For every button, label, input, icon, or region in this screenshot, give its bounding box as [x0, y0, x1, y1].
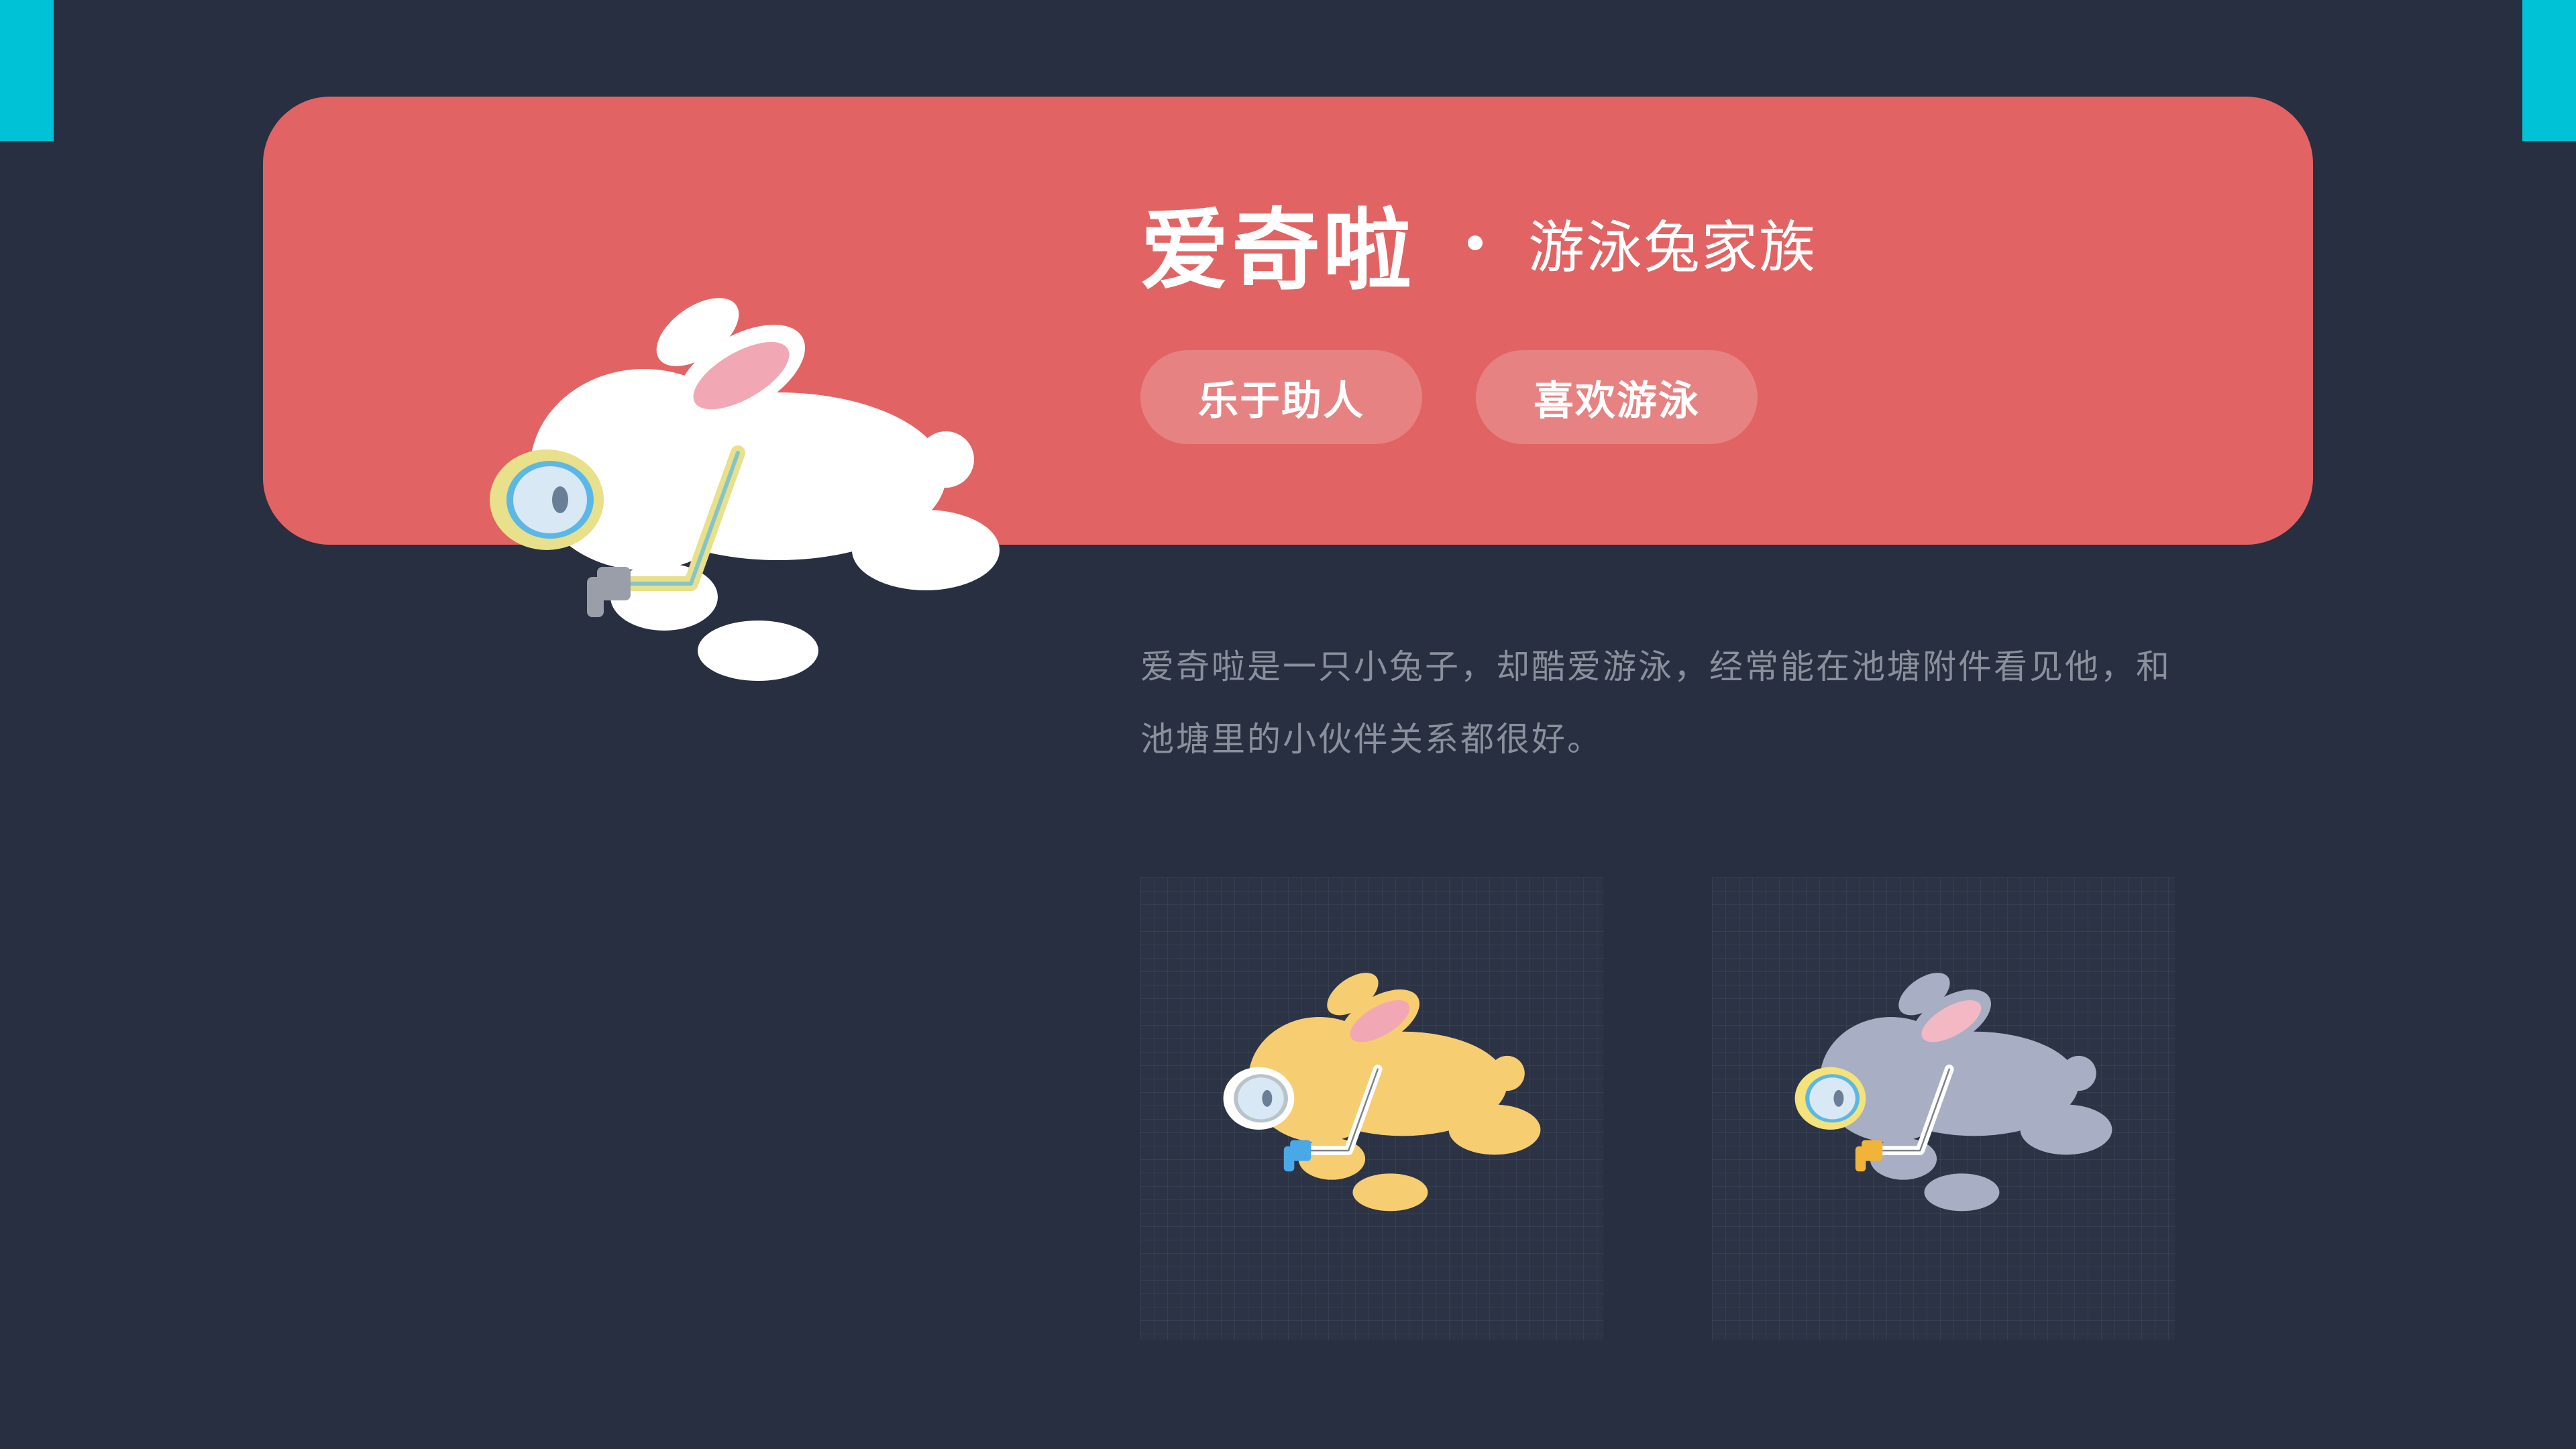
corner-accent-left	[0, 0, 54, 141]
character-card-page: 爱奇啦 游泳兔家族 乐于助人 喜欢游泳 爱奇啦是一只小兔子，却酷爱游泳，经常能在…	[0, 0, 2576, 1449]
color-variant-panel	[1712, 877, 2175, 1340]
white-rabbit-snorkel-icon	[490, 298, 1000, 681]
title-separator-dot	[1468, 235, 1483, 250]
gray-rabbit-snorkel-icon	[1794, 973, 2112, 1212]
family-name: 游泳兔家族	[1528, 214, 1817, 280]
trait-tag: 喜欢游泳	[1476, 350, 1758, 444]
character-name: 爱奇啦	[1140, 199, 1414, 303]
character-description: 爱奇啦是一只小兔子，却酷爱游泳，经常能在池塘附件看见他，和 池塘里的小伙伴关系都…	[1140, 631, 2187, 775]
color-variant-panel	[1140, 877, 1603, 1340]
yellow-rabbit-snorkel-icon	[1223, 973, 1541, 1212]
description-line: 池塘里的小伙伴关系都很好。	[1140, 720, 1603, 759]
description-line: 爱奇啦是一只小兔子，却酷爱游泳，经常能在池塘附件看见他，和	[1140, 647, 2171, 686]
trait-tag: 乐于助人	[1140, 350, 1422, 444]
title-row: 爱奇啦 游泳兔家族	[1140, 182, 1817, 303]
corner-accent-right	[2522, 0, 2576, 141]
